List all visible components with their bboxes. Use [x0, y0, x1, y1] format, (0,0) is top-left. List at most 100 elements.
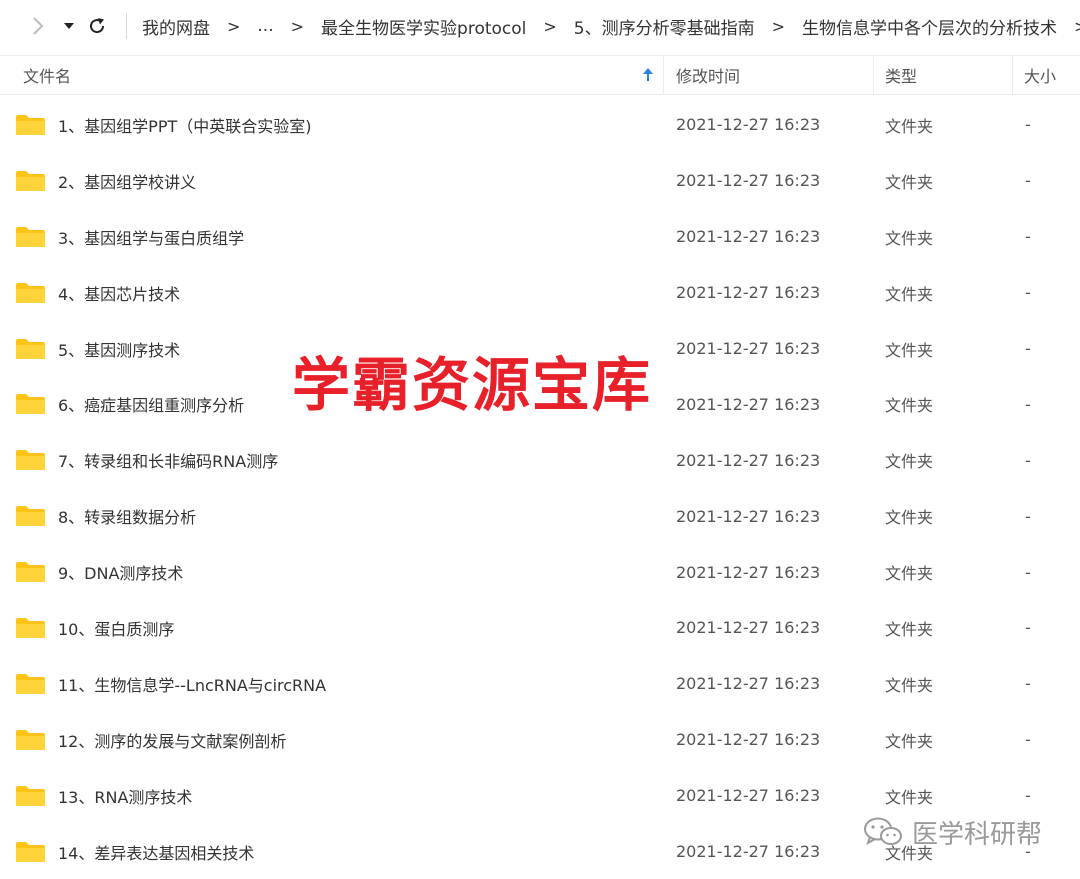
brand-badge: 医学科研帮	[862, 812, 1042, 852]
file-size: -	[1025, 283, 1031, 303]
file-type: 文件夹	[885, 619, 934, 639]
file-modified: 2021-12-27 16:23	[676, 171, 821, 191]
file-name[interactable]: 10、蛋白质测序	[58, 600, 174, 656]
breadcrumb-separator[interactable]: >	[772, 17, 785, 36]
column-header-size[interactable]: 大小	[1024, 56, 1056, 94]
file-modified: 2021-12-27 16:23	[676, 450, 821, 470]
file-row[interactable]: 8、转录组数据分析 2021-12-27 16:23 文件夹 -	[0, 488, 1080, 544]
file-size: -	[1025, 227, 1031, 247]
watermark-text: 学霸资源宝库	[292, 351, 653, 419]
file-type: 文件夹	[885, 452, 934, 472]
file-row[interactable]: 4、基因芯片技术 2021-12-27 16:23 文件夹 -	[0, 265, 1080, 321]
breadcrumb-item[interactable]: 我的网盘	[142, 14, 210, 39]
file-size: -	[1025, 618, 1031, 638]
sort-ascending-arrow-icon[interactable]	[640, 66, 656, 84]
column-divider[interactable]	[1012, 56, 1013, 94]
file-size: -	[1025, 115, 1031, 135]
folder-icon	[15, 729, 46, 751]
file-modified: 2021-12-27 16:23	[676, 674, 821, 694]
file-name[interactable]: 7、转录组和长非编码RNA测序	[58, 432, 278, 488]
folder-icon	[15, 338, 46, 360]
file-modified: 2021-12-27 16:23	[676, 394, 821, 414]
file-type: 文件夹	[885, 508, 934, 528]
file-modified: 2021-12-27 16:23	[676, 339, 821, 358]
file-size: -	[1025, 730, 1031, 750]
file-size: -	[1025, 674, 1031, 694]
folder-icon	[15, 785, 46, 807]
file-size: -	[1025, 394, 1031, 414]
file-name[interactable]: 8、转录组数据分析	[58, 488, 196, 544]
folder-icon	[15, 226, 46, 248]
file-row[interactable]: 1、基因组学PPT（中英联合实验室) 2021-12-27 16:23 文件夹 -	[0, 97, 1080, 153]
file-modified: 2021-12-27 16:23	[676, 842, 821, 862]
file-modified: 2021-12-27 16:23	[676, 618, 821, 638]
folder-icon	[15, 282, 46, 304]
file-row[interactable]: 12、测序的发展与文献案例剖析 2021-12-27 16:23 文件夹 -	[0, 712, 1080, 768]
address-bar: 我的网盘 >... > 最全生物医学实验protocol >5、测序分析零基础指南 > 生物…	[0, 0, 1080, 52]
file-row[interactable]: 10、蛋白质测序 2021-12-27 16:23 文件夹 -	[0, 600, 1080, 656]
file-name[interactable]: 11、生物信息学--LncRNA与circRNA	[58, 656, 326, 712]
breadcrumb-separator[interactable]: >	[1074, 17, 1080, 36]
file-name[interactable]: 4、基因芯片技术	[58, 265, 180, 321]
folder-icon	[15, 841, 46, 863]
file-type: 文件夹	[885, 340, 934, 360]
folder-icon	[15, 114, 46, 136]
breadcrumb-separator[interactable]: >	[291, 17, 304, 36]
file-type: 文件夹	[885, 172, 934, 192]
file-type: 文件夹	[885, 116, 934, 136]
file-modified: 2021-12-27 16:23	[676, 115, 821, 135]
folder-icon	[15, 561, 46, 583]
file-row[interactable]: 2、基因组学校讲义 2021-12-27 16:23 文件夹 -	[0, 153, 1080, 209]
folder-icon	[15, 449, 46, 471]
file-name[interactable]: 12、测序的发展与文献案例剖析	[58, 712, 286, 768]
file-size: -	[1025, 450, 1031, 470]
folder-icon	[15, 393, 46, 415]
file-row[interactable]: 9、DNA测序技术 2021-12-27 16:23 文件夹 -	[0, 544, 1080, 600]
file-name[interactable]: 3、基因组学与蛋白质组学	[58, 209, 244, 265]
file-type: 文件夹	[885, 564, 934, 584]
file-name[interactable]: 1、基因组学PPT（中英联合实验室)	[58, 97, 312, 153]
file-size: -	[1025, 562, 1031, 582]
breadcrumb-item[interactable]: ...	[257, 16, 273, 36]
column-header-type[interactable]: 类型	[885, 56, 917, 94]
column-divider[interactable]	[873, 56, 874, 94]
file-modified: 2021-12-27 16:23	[676, 562, 821, 582]
file-type: 文件夹	[885, 675, 934, 695]
refresh-icon[interactable]	[85, 14, 109, 38]
chevron-right-icon[interactable]	[26, 14, 50, 38]
column-divider[interactable]	[663, 56, 664, 94]
file-row[interactable]: 7、转录组和长非编码RNA测序 2021-12-27 16:23 文件夹 -	[0, 432, 1080, 488]
column-header-name[interactable]: 文件名	[23, 56, 71, 94]
file-list: 1、基因组学PPT（中英联合实验室) 2021-12-27 16:23 文件夹 - 2、…	[0, 97, 1080, 879]
file-name[interactable]: 14、差异表达基因相关技术	[58, 824, 254, 879]
file-row[interactable]: 3、基因组学与蛋白质组学 2021-12-27 16:23 文件夹 -	[0, 209, 1080, 265]
file-modified: 2021-12-27 16:23	[676, 283, 821, 303]
breadcrumb-item[interactable]: 5、测序分析零基础指南	[574, 14, 755, 39]
column-header-modified[interactable]: 修改时间	[676, 56, 740, 94]
column-header: 文件名 修改时间 类型 大小	[0, 55, 1080, 95]
file-name[interactable]: 6、癌症基因组重测序分析	[58, 376, 244, 432]
file-row[interactable]: 11、生物信息学--LncRNA与circRNA 2021-12-27 16:23…	[0, 656, 1080, 712]
file-type: 文件夹	[885, 228, 934, 248]
file-modified: 2021-12-27 16:23	[676, 227, 821, 247]
brand-name: 医学科研帮	[912, 819, 1043, 850]
file-name[interactable]: 13、RNA测序技术	[58, 768, 192, 824]
file-size: -	[1025, 339, 1031, 358]
file-modified: 2021-12-27 16:23	[676, 730, 821, 750]
breadcrumb-item[interactable]: 最全生物医学实验protocol	[321, 14, 526, 39]
file-type: 文件夹	[885, 284, 934, 304]
folder-icon	[15, 673, 46, 695]
folder-icon	[15, 505, 46, 527]
file-modified: 2021-12-27 16:23	[676, 786, 821, 806]
file-browser-window: 我的网盘 >... > 最全生物医学实验protocol >5、测序分析零基础指南 > 生物…	[0, 0, 1080, 879]
breadcrumb-separator: >	[227, 16, 241, 36]
file-modified: 2021-12-27 16:23	[676, 506, 821, 526]
breadcrumb-separator[interactable]: >	[543, 17, 556, 36]
file-name[interactable]: 5、基因测序技术	[58, 321, 180, 377]
breadcrumb-item[interactable]: 生物信息学中各个层次的分析技术	[802, 14, 1057, 39]
caret-down-icon[interactable]	[57, 14, 81, 38]
file-name[interactable]: 9、DNA测序技术	[58, 544, 183, 600]
file-name[interactable]: 2、基因组学校讲义	[58, 153, 196, 209]
breadcrumb: 我的网盘 >... > 最全生物医学实验protocol >5、测序分析零基础指南 > 生物…	[142, 0, 1080, 52]
folder-icon	[15, 617, 46, 639]
